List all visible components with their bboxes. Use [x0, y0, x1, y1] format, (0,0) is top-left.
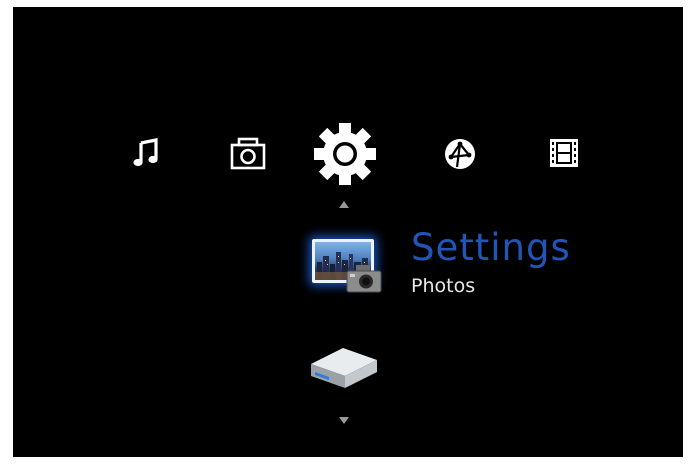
scroll-down-arrow-icon[interactable] — [339, 417, 349, 424]
camera-icon[interactable] — [230, 137, 266, 171]
film-icon[interactable] — [548, 137, 580, 169]
music-note-icon[interactable] — [133, 138, 159, 168]
page-subtitle: Photos — [411, 275, 476, 297]
page-title: Settings — [411, 226, 571, 269]
photo-settings-icon[interactable] — [310, 233, 384, 297]
scroll-up-arrow-icon[interactable] — [339, 201, 349, 208]
gear-icon[interactable] — [314, 123, 376, 185]
globe-icon[interactable] — [443, 137, 477, 171]
media-menu-screen: Settings Photos — [13, 7, 683, 457]
hard-drive-icon[interactable] — [309, 344, 379, 390]
camera-overlay-icon — [346, 265, 382, 293]
